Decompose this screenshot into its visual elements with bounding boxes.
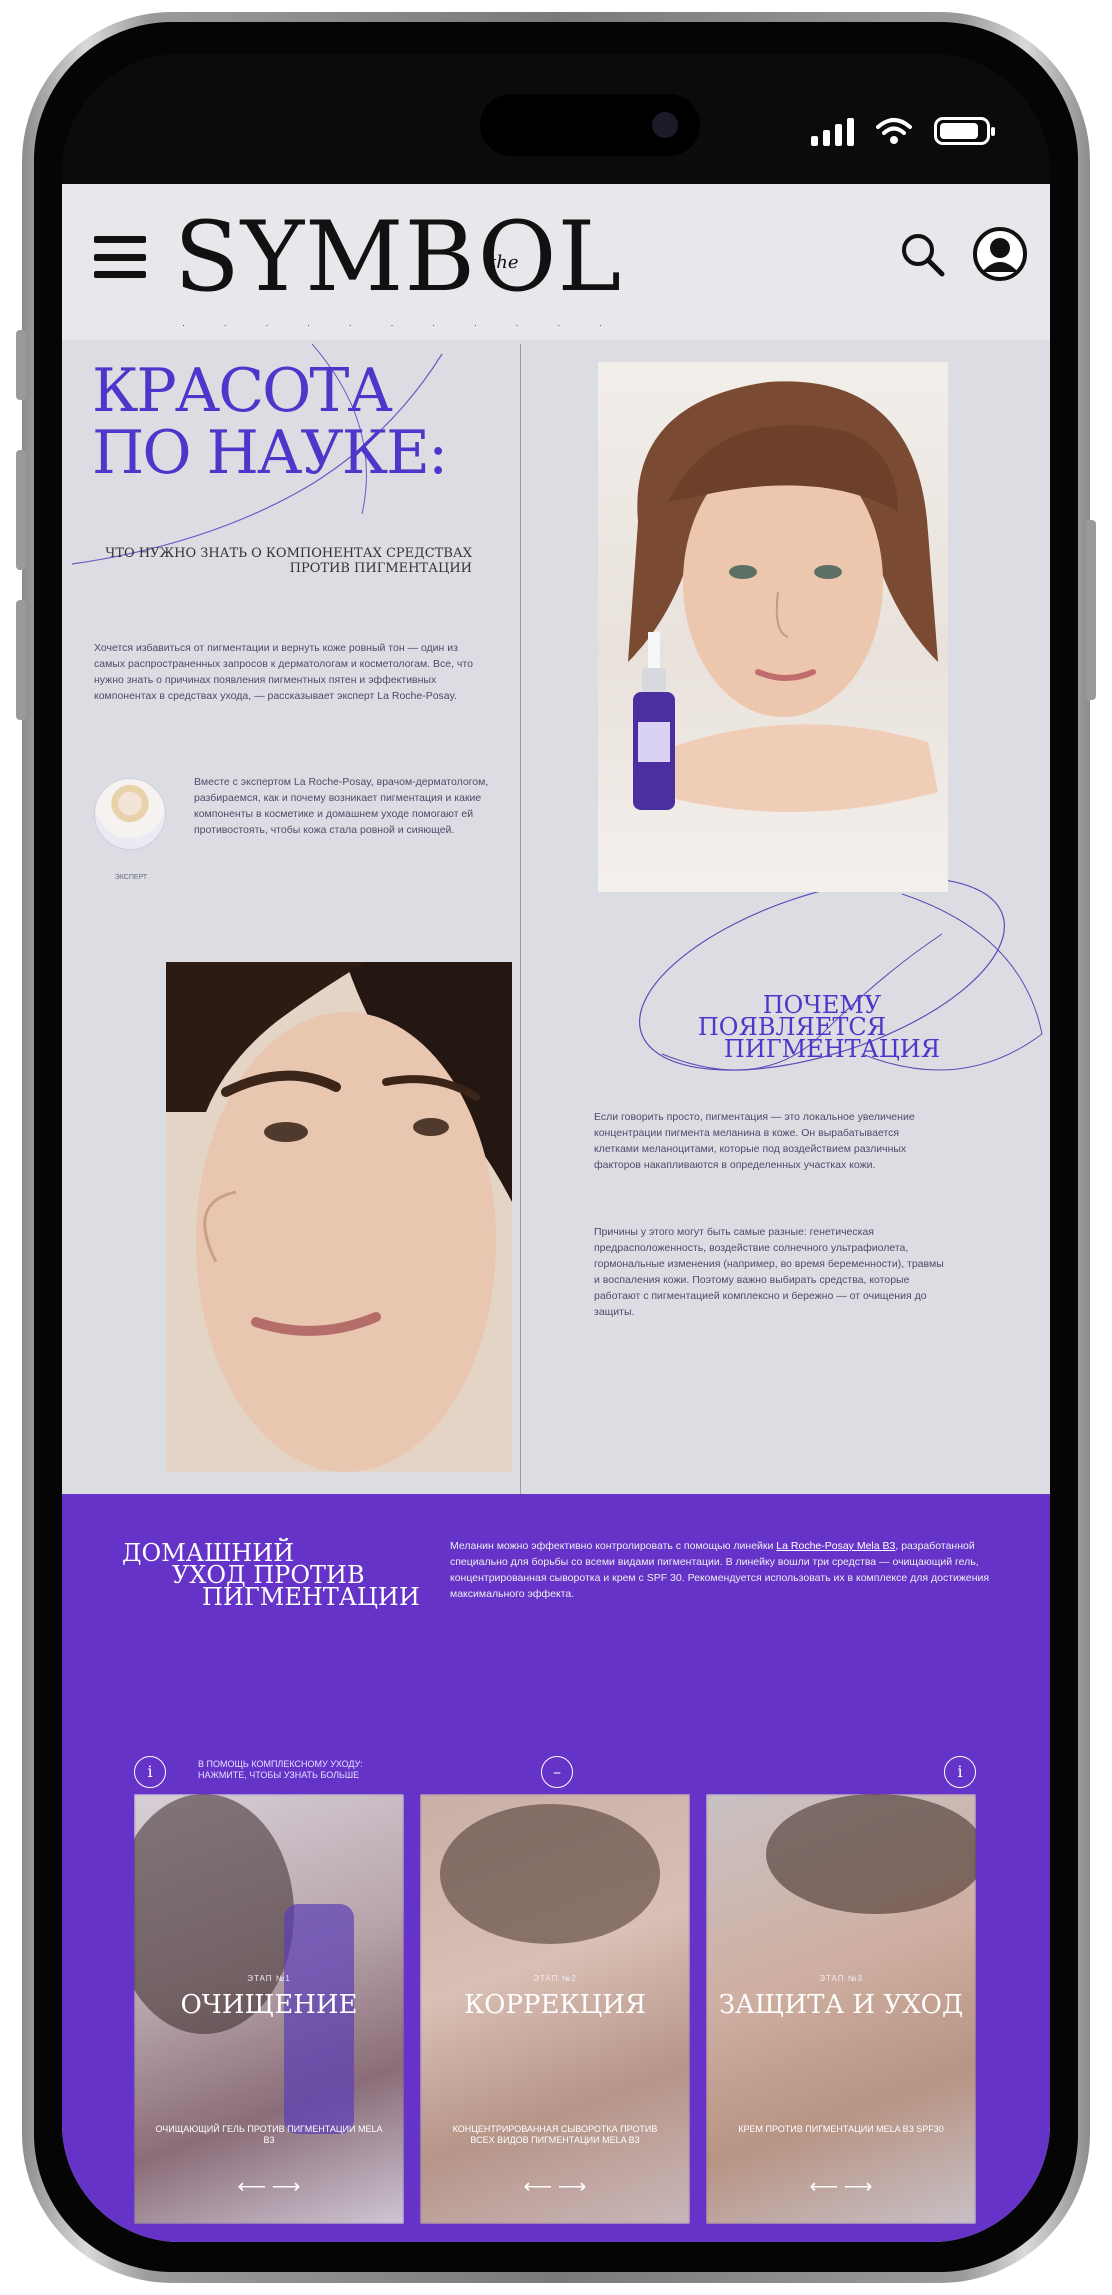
card-name: ЗАЩИТА И УХОД: [718, 1990, 964, 2020]
brand-link[interactable]: La Roche-Posay Mela B3: [776, 1540, 895, 1552]
card-desc: ОЧИЩАЮЩИЙ ГЕЛЬ ПРОТИВ ПИГМЕНТАЦИИ MELA B…: [155, 2124, 383, 2145]
site-header: SYMBOL the · · · · · · · · · · ·: [62, 184, 1050, 340]
info-note: В ПОМОЩЬ КОМПЛЕКСНОМУ УХОДУ: НАЖМИТЕ, ЧТ…: [198, 1759, 363, 1780]
card-stage: ЭТАП №3: [819, 1974, 863, 1983]
hamburger-icon[interactable]: [94, 236, 146, 278]
pigment-body-1: Если говорить просто, пигментация — это …: [594, 1111, 915, 1171]
card-stage: ЭТАП №1: [247, 1974, 291, 1983]
pigment-section-heading: ПОЧЕМУ ПОЯВЛЯЕТСЯ ПИГМЕНТАЦИЯ: [622, 993, 962, 1063]
battery-icon: [934, 117, 995, 145]
info-icon-right[interactable]: i: [944, 1756, 976, 1788]
logo-tagline-dots: · · · · · · · · · · ·: [182, 320, 602, 330]
logo-wordmark: SYMBOL: [174, 201, 623, 313]
minus-circle-icon[interactable]: –: [541, 1756, 573, 1788]
column-divider: [520, 344, 521, 1494]
arrows-icon[interactable]: ⟵ ⟶: [706, 2174, 976, 2199]
card-desc: КРЕМ ПРОТИВ ПИГМЕНТАЦИИ MELA B3 SPF30: [738, 2124, 944, 2134]
user-icon[interactable]: [972, 226, 1028, 282]
article-lead: Хочется избавиться от пигментации и верн…: [94, 642, 473, 702]
home-care-description: Меланин можно эффективно контролировать …: [450, 1538, 990, 1602]
power-button: [1086, 520, 1096, 700]
pigment-body-2: Причины у этого могут быть самые разные:…: [594, 1226, 944, 1318]
arrows-icon[interactable]: ⟵ ⟶: [134, 2174, 404, 2199]
card-name: ОЧИЩЕНИЕ: [180, 1990, 358, 2020]
logo-the: the: [489, 252, 519, 273]
article-subhead: что нужно знать о компонентах средствах …: [105, 546, 472, 576]
expert-text: Вместе с экспертом La Roche-Posay, врачо…: [194, 776, 489, 836]
model-with-serum-photo: [598, 362, 948, 892]
expert-caption: ЭКСПЕРТ: [114, 874, 148, 881]
dynamic-island: [480, 94, 700, 156]
signal-icon: [811, 116, 854, 146]
phone-screen: SYMBOL the · · · · · · · · · · · КРАСОТА…: [62, 54, 1050, 2242]
product-card-protection[interactable]: ЭТАП №3 ЗАЩИТА И УХОД КРЕМ ПРОТИВ ПИГМЕН…: [706, 1794, 976, 2224]
site-logo[interactable]: SYMBOL the · · · · · · · · · · ·: [174, 202, 621, 330]
home-care-title: ДОМАШНИЙ УХОД ПРОТИВ ПИГМЕНТАЦИИ: [122, 1541, 422, 1611]
action-button: [16, 330, 26, 400]
volume-up-button: [16, 450, 26, 570]
home-care-section: ДОМАШНИЙ УХОД ПРОТИВ ПИГМЕНТАЦИИ Меланин…: [62, 1494, 1050, 2242]
wifi-icon: [876, 118, 912, 144]
volume-down-button: [16, 600, 26, 720]
desc-text-before: Меланин можно эффективно контролировать …: [450, 1540, 777, 1552]
model-portrait-photo: [166, 962, 512, 1472]
info-icon[interactable]: i: [134, 1756, 166, 1788]
card-desc: КОНЦЕНТРИРОВАННАЯ СЫВОРОТКА ПРОТИВ ВСЕХ …: [452, 2124, 658, 2145]
product-card-correction[interactable]: ЭТАП №2 КОРРЕКЦИЯ КОНЦЕНТРИРОВАННАЯ СЫВО…: [420, 1794, 690, 2224]
title-line-1: КРАСОТА: [92, 356, 393, 426]
home-title-line-3: ПИГМЕНТАЦИИ: [202, 1583, 420, 1611]
title-line-2: ПО НАУКЕ:: [92, 418, 448, 488]
status-bar: [62, 54, 1050, 184]
card-name: КОРРЕКЦИЯ: [464, 1990, 646, 2020]
search-icon[interactable]: [898, 230, 946, 278]
heading-line-3: ПИГМЕНТАЦИЯ: [723, 1035, 941, 1063]
web-page: SYMBOL the · · · · · · · · · · · КРАСОТА…: [62, 184, 1050, 2242]
article-title: КРАСОТА ПО НАУКЕ:: [92, 360, 512, 484]
product-card-cleansing[interactable]: ЭТАП №1 ОЧИЩЕНИЕ ОЧИЩАЮЩИЙ ГЕЛЬ ПРОТИВ П…: [134, 1794, 404, 2224]
expert-avatar: [94, 778, 166, 850]
card-stage: ЭТАП №2: [533, 1974, 577, 1983]
arrows-icon[interactable]: ⟵ ⟶: [420, 2174, 690, 2199]
